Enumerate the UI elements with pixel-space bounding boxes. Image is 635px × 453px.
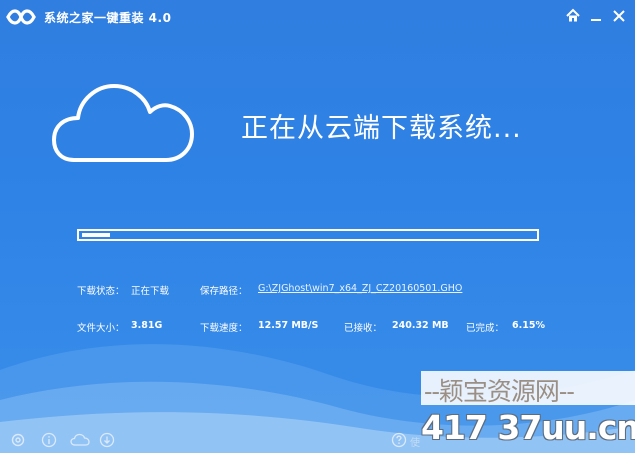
received-value: 240.32 MB [392,320,449,331]
done-label: 已完成： [466,323,505,334]
status-label: 下载状态： [77,286,125,297]
received-label: 已接收： [344,323,383,334]
settings-icon[interactable] [10,432,26,448]
minimize-icon[interactable] [586,6,606,26]
done-value: 6.15% [512,320,545,331]
download-icon[interactable] [99,432,115,448]
watermark-text-bottom: 417 37uu.cn [421,408,635,447]
speed-value: 12.57 MB/S [258,320,319,331]
home-icon[interactable] [563,6,583,26]
size-label: 文件大小： [77,323,125,334]
cloud-small-icon[interactable] [70,432,90,448]
status-value: 正在下载 [131,286,170,297]
installer-window: 系统之家一键重装 4.0 正在从云端下载系统... 下载状态： 正在下载 保存路… [0,0,635,453]
download-progress-bar [77,229,539,241]
info-icon[interactable] [41,432,57,448]
download-headline: 正在从云端下载系统... [241,113,522,144]
progress-fill [82,233,110,237]
title-bar: 系统之家一键重装 4.0 [0,0,635,34]
help-label[interactable]: 使 [410,434,420,449]
cloud-icon [52,84,194,162]
size-value: 3.81G [131,320,163,331]
save-path-link[interactable]: G:\ZJGhost\win7_x64_ZJ_CZ20160501.GHO [258,283,462,294]
watermark-text-top: --颖宝资源网-- [424,377,575,406]
help-icon[interactable] [391,432,407,448]
window-title: 系统之家一键重装 4.0 [44,11,172,25]
path-label: 保存路径： [200,286,248,297]
speed-label: 下载速度： [200,323,248,334]
close-icon[interactable] [609,6,629,26]
app-logo-icon [6,9,36,25]
